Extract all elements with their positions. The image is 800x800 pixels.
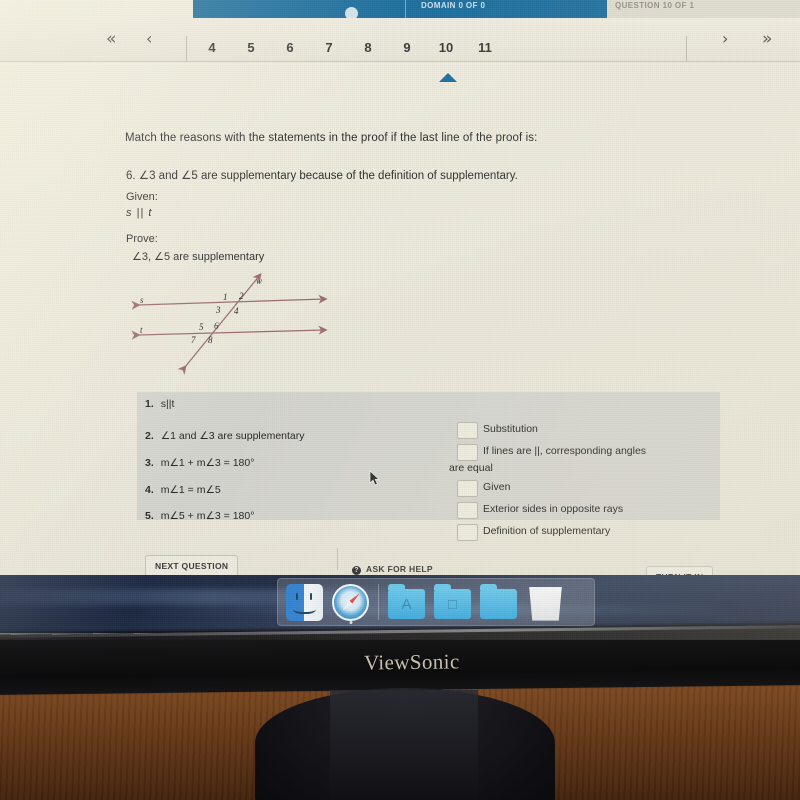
- header-question-counter: QUESTION 10 OF 1: [615, 1, 695, 10]
- question-prompt: Match the reasons with the statements in…: [125, 132, 538, 144]
- statement-row: 1. s||t: [145, 398, 174, 410]
- pager-divider-right: [686, 36, 687, 62]
- statement-text: s||t: [160, 398, 175, 410]
- reason-checkbox[interactable]: [457, 444, 478, 461]
- monitor-screen: DOMAIN 0 OF 0 QUESTION 10 OF 1 « ‹ 45678…: [0, 0, 800, 640]
- browser-page: DOMAIN 0 OF 0 QUESTION 10 OF 1 « ‹ 45678…: [0, 0, 800, 588]
- pager-page-8[interactable]: 8: [364, 40, 371, 55]
- safari-icon[interactable]: [332, 583, 369, 624]
- mouse-cursor: [369, 470, 381, 492]
- pager-page-7[interactable]: 7: [325, 40, 332, 55]
- pager-number-list: 4 5 6 7 8 9 10 11: [190, 18, 680, 82]
- ask-for-help-label: ASK FOR HELP: [366, 564, 433, 574]
- pager-first-button[interactable]: «: [106, 29, 116, 49]
- action-bar-divider: [337, 548, 338, 570]
- statement-number: 3.: [145, 457, 154, 469]
- matching-panel: 1. s||t 2. ∠1 and ∠3 are supplementary 3. m∠1…: [137, 392, 720, 541]
- statement-text: m∠1 = m∠5: [160, 484, 221, 496]
- downloads-folder-glyph: [480, 589, 517, 619]
- finder-icon[interactable]: [286, 583, 323, 621]
- pager-page-6[interactable]: 6: [286, 40, 293, 55]
- reason-checkbox[interactable]: [457, 422, 478, 439]
- figure-angle-4: 4: [234, 306, 239, 316]
- reason-option-label: Exterior sides in opposite rays: [483, 503, 624, 515]
- prove-value: ∠3, ∠5 are supplementary: [132, 251, 265, 263]
- geometry-diagram: s t w 1 2 3 4 5 6 7 8: [125, 267, 365, 377]
- statement-text: m∠1 + m∠3 = 180°: [160, 457, 255, 469]
- header-domain-label: DOMAIN 0 OF 0: [421, 1, 486, 10]
- statement-number: 2.: [145, 430, 154, 442]
- header-right-panel: QUESTION 10 OF 1: [607, 0, 800, 18]
- line-s: [131, 294, 328, 310]
- applications-folder-glyph: A: [401, 595, 412, 613]
- figure-angle-1: 1: [223, 292, 228, 302]
- prove-label: Prove:: [126, 233, 158, 245]
- statement-number: 4.: [145, 484, 154, 496]
- figure-label-s: s: [140, 295, 144, 305]
- photo-of-monitor-screen: DOMAIN 0 OF 0 QUESTION 10 OF 1 « ‹ 45678…: [0, 0, 800, 800]
- geometry-diagram-svg: [131, 272, 328, 375]
- statement-text: ∠1 and ∠3 are supplementary: [160, 430, 305, 442]
- reason-checkbox[interactable]: [457, 524, 478, 541]
- pager-prev-button[interactable]: ‹: [146, 29, 152, 49]
- pager-divider-left: [186, 36, 187, 62]
- line-w-transversal: [177, 272, 262, 375]
- documents-folder-glyph: □: [447, 595, 458, 613]
- question-pager: « ‹ 4 5 6 7 8 9 10 11 › »: [0, 18, 800, 82]
- figure-angle-8: 8: [208, 335, 213, 345]
- reason-option-label: Definition of supplementary: [483, 525, 611, 537]
- monitor-brand-logo: ViewSonic: [363, 649, 460, 675]
- applications-folder-icon[interactable]: A: [388, 584, 425, 619]
- figure-angle-3: 3: [216, 305, 221, 315]
- reason-option-label: Given: [483, 481, 511, 493]
- pager-page-4[interactable]: 4: [208, 40, 215, 55]
- figure-label-w: w: [256, 276, 263, 286]
- question-body: Match the reasons with the statements in…: [0, 62, 800, 552]
- pager-page-11[interactable]: 11: [478, 40, 492, 55]
- downloads-folder-icon[interactable]: [480, 584, 517, 619]
- statement-row: 2. ∠1 and ∠3 are supplementary: [145, 430, 305, 442]
- reason-option-label: If lines are ||, corresponding angles: [483, 445, 647, 457]
- figure-angle-2: 2: [239, 291, 244, 301]
- figure-angle-6: 6: [214, 321, 219, 331]
- figure-angle-5: 5: [199, 322, 204, 332]
- ask-for-help-button[interactable]: ? ASK FOR HELP: [352, 564, 433, 575]
- pager-page-10[interactable]: 10: [439, 40, 453, 55]
- statement-row: 3. m∠1 + m∠3 = 180°: [145, 457, 254, 469]
- pager-page-9[interactable]: 9: [403, 40, 410, 55]
- statement-number: 1.: [145, 398, 154, 410]
- header-status-dot: [345, 7, 358, 18]
- statement-text: m∠5 + m∠3 = 180°: [160, 510, 255, 522]
- pager-last-button[interactable]: »: [762, 29, 772, 49]
- figure-label-t: t: [140, 325, 143, 335]
- statement-row: 4. m∠1 = m∠5: [145, 484, 221, 496]
- help-icon: ?: [352, 566, 361, 575]
- action-bar: NEXT QUESTION ?ASK FOR HELP TURN IT IN: [0, 548, 800, 588]
- figure-angle-7: 7: [191, 335, 196, 345]
- reason-checkbox[interactable]: [457, 502, 478, 519]
- next-question-button[interactable]: NEXT QUESTION: [145, 555, 239, 577]
- reason-checkbox[interactable]: [457, 480, 478, 497]
- line-t: [131, 325, 328, 340]
- given-label: Given:: [126, 191, 158, 203]
- statement-row: 5. m∠5 + m∠3 = 180°: [145, 510, 254, 522]
- pager-next-button[interactable]: ›: [722, 29, 728, 49]
- trash-icon[interactable]: [529, 586, 562, 621]
- given-value: s || t: [126, 207, 153, 219]
- reason-option-label-continued: are equal: [449, 462, 493, 474]
- statement-number: 5.: [145, 510, 154, 522]
- pager-page-5[interactable]: 5: [247, 40, 254, 55]
- dock-separator: [378, 584, 379, 620]
- macos-dock: A □: [277, 578, 595, 626]
- header-divider: [405, 0, 406, 18]
- reason-option-label: Substitution: [483, 423, 538, 435]
- question-last-line: 6. ∠3 and ∠5 are supplementary because o…: [126, 170, 518, 182]
- documents-folder-icon[interactable]: □: [434, 584, 471, 619]
- monitor-stand-column: [330, 690, 478, 800]
